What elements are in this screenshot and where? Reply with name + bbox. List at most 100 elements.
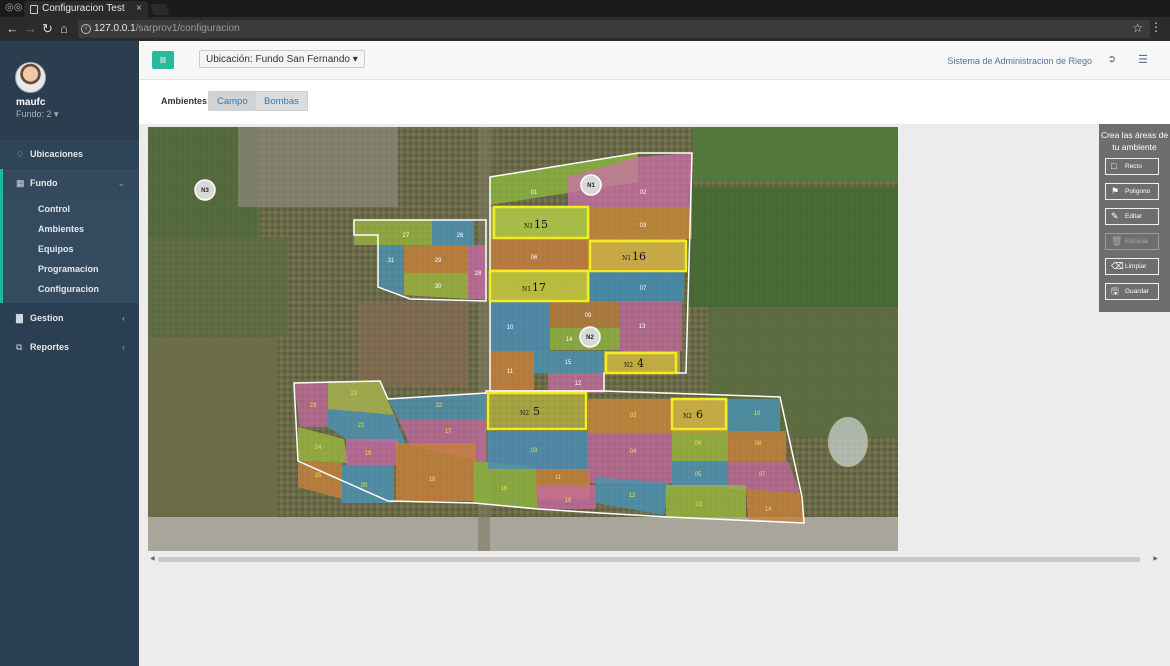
bar-chart-icon: ▇ <box>16 313 23 323</box>
bookmark-star-icon[interactable]: ☆ <box>1132 21 1143 35</box>
sidebar-item-fundo[interactable]: ▦ Fundo ⌄ <box>0 169 139 197</box>
zone-label: 16 <box>501 486 508 492</box>
node-label: N1 <box>587 183 595 189</box>
back-icon[interactable]: ← <box>6 21 19 37</box>
button-label: Recto <box>1125 163 1142 170</box>
terrain-green-field <box>693 127 898 182</box>
scroll-right-icon[interactable]: ▶ <box>1153 555 1158 562</box>
info-icon[interactable]: i <box>81 24 91 34</box>
highlight-number: 4 <box>637 357 644 370</box>
highlight-number: 15 <box>534 218 548 231</box>
zone-label: 32 <box>436 403 443 409</box>
zone-b13[interactable] <box>620 301 682 351</box>
scrollbar-thumb[interactable] <box>158 557 1140 562</box>
zone-s14[interactable] <box>746 489 804 523</box>
sidebar-item-gestion[interactable]: ▇ Gestion ‹ <box>0 304 139 332</box>
terrain-green-field <box>688 187 898 307</box>
chevron-left-icon: ‹ <box>122 342 125 352</box>
logout-icon[interactable]: ➲ <box>1108 54 1116 65</box>
draw-polygon-button[interactable]: ⚑ Poligono <box>1105 183 1159 200</box>
zone-s06[interactable] <box>672 433 728 461</box>
zone-label: 09 <box>585 313 592 319</box>
sidebar-item-ubicaciones[interactable]: ♢ Ubicaciones <box>0 140 139 168</box>
sidebar-subitem-ambientes[interactable]: Ambientes <box>38 224 84 234</box>
grid-icon: ▦ <box>16 178 25 188</box>
sidebar-subitem-control[interactable]: Control <box>38 204 70 214</box>
ubicacion-dropdown[interactable]: Ubicación: Fundo San Fernando ▾ <box>199 50 365 68</box>
zone-b07[interactable] <box>590 269 684 301</box>
ambientes-label: Ambientes: <box>161 96 211 106</box>
node-label: N2 <box>586 335 594 341</box>
zone-s19[interactable] <box>346 439 398 465</box>
zone-s18[interactable] <box>396 443 476 501</box>
reload-icon[interactable]: ↻ <box>42 21 53 37</box>
terrain-green-field <box>148 237 288 337</box>
zone-label: 13 <box>639 324 646 330</box>
zone-label: 27 <box>403 233 410 239</box>
home-icon[interactable]: ⌂ <box>60 21 68 37</box>
sidebar-subitem-configuracion[interactable]: Configuracion <box>38 284 99 294</box>
clone-icon: ⧉ <box>16 342 23 352</box>
zone-s15[interactable] <box>538 485 596 509</box>
sidebar: maufc Fundo: 2 ▾ ♢ Ubicaciones ▦ Fundo ⌄… <box>0 41 139 666</box>
zone-label: 03 <box>640 223 647 229</box>
delete-button[interactable]: 🗑 Eliminar <box>1105 233 1159 250</box>
zone-s13[interactable] <box>666 485 746 517</box>
clear-button[interactable]: ⌫ Limpiar <box>1105 258 1159 275</box>
zone-label: 06 <box>695 441 702 447</box>
sidebar-subitem-equipos[interactable]: Equipos <box>38 244 74 254</box>
scroll-left-icon[interactable]: ◀ <box>150 555 155 562</box>
zone-label: 03 <box>531 448 538 454</box>
zone-b06[interactable] <box>490 239 590 269</box>
sidebar-item-label: Ubicaciones <box>30 149 84 159</box>
browser-tab[interactable]: Configuracion Test × <box>24 1 148 17</box>
address-bar[interactable]: i 127.0.0.1/sarprov1/configuracion <box>78 20 1150 38</box>
sidebar-subitem-programacion[interactable]: Programacion <box>38 264 99 274</box>
user-name: maufc <box>16 97 46 108</box>
draw-rectangle-button[interactable]: □ Recto <box>1105 158 1159 175</box>
terrain-greenhouses <box>238 127 398 207</box>
chevron-down-icon: ⌄ <box>117 178 125 188</box>
chevron-left-icon: ‹ <box>122 313 125 323</box>
zone-label: 10 <box>754 411 761 417</box>
satellite-map[interactable]: 01 02 03 06 07 09 10 13 14 15 11 12 27 2… <box>148 127 898 551</box>
zone-s03[interactable] <box>488 431 588 469</box>
zone-label: 22 <box>351 391 358 397</box>
new-tab-button[interactable] <box>149 4 171 15</box>
menu-toggle-button[interactable]: ≡ <box>152 51 174 69</box>
avatar <box>15 62 46 93</box>
tab-campo[interactable]: Campo <box>208 91 257 111</box>
browser-tab-bar: ◎◎ Configuracion Test × <box>0 0 1170 17</box>
edit-button[interactable]: ✎ Editar <box>1105 208 1159 225</box>
right-menu-icon[interactable]: ☰ <box>1138 53 1148 66</box>
tab-bombas[interactable]: Bombas <box>255 91 308 111</box>
save-button[interactable]: 🖫 Guardar <box>1105 283 1159 300</box>
zone-label: 12 <box>575 381 582 387</box>
button-label: Limpiar <box>1125 263 1147 270</box>
map-canvas[interactable]: 01 02 03 06 07 09 10 13 14 15 11 12 27 2… <box>148 127 898 551</box>
zone-label: 21 <box>358 423 365 429</box>
sidebar-item-reportes[interactable]: ⧉ Reportes ‹ <box>0 333 139 361</box>
tab-close-icon[interactable]: × <box>136 1 142 17</box>
profile-panel: maufc Fundo: 2 ▾ <box>0 41 139 140</box>
zone-w27[interactable] <box>354 220 432 245</box>
button-label: Eliminar <box>1125 238 1149 245</box>
map-horizontal-scrollbar[interactable]: ◀ ▶ <box>148 555 1160 564</box>
zone-label: 30 <box>435 284 442 290</box>
browser-menu-icon[interactable]: ⋮ <box>1150 20 1162 34</box>
zone-s04[interactable] <box>588 433 672 483</box>
zone-label: 07 <box>640 286 647 292</box>
zone-label: 04 <box>630 449 637 455</box>
node-label: N3 <box>201 188 209 194</box>
highlight-node-label: N1 <box>622 255 631 262</box>
user-fundo-dropdown[interactable]: Fundo: 2 ▾ <box>16 109 59 120</box>
highlight-node-label: N1 <box>524 223 533 230</box>
zone-b10[interactable] <box>490 301 550 351</box>
tab-title: Configuracion Test <box>42 3 125 14</box>
forward-icon[interactable]: → <box>24 21 37 37</box>
zone-label: 19 <box>365 451 372 457</box>
top-nav: ≡ Ubicación: Fundo San Fernando ▾ Sistem… <box>139 41 1170 80</box>
button-label: Guardar <box>1125 288 1149 295</box>
zone-w26[interactable] <box>432 220 474 245</box>
diamond-icon: ♢ <box>16 149 25 159</box>
